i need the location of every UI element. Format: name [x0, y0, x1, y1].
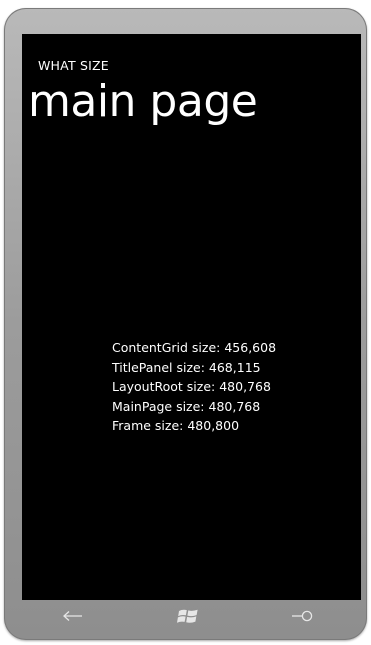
content-grid-size-text: ContentGrid size: 456,608 — [112, 340, 277, 355]
phone-screen: WHAT SIZE main page ContentGrid size: 45… — [22, 34, 361, 600]
windows-logo-icon — [176, 609, 198, 623]
title-panel-size-text: TitlePanel size: 468,115 — [112, 359, 261, 375]
search-icon — [292, 610, 313, 622]
back-button[interactable] — [58, 601, 88, 631]
hardware-navigation-bar — [18, 592, 357, 640]
back-arrow-icon — [63, 611, 82, 621]
app-title: WHAT SIZE — [38, 58, 109, 73]
phone-device-frame: WHAT SIZE main page ContentGrid size: 45… — [4, 8, 367, 640]
frame-size-text: Frame size: 480,800 — [112, 418, 240, 433]
page-title: main page — [28, 76, 258, 127]
size-readout-panel: ContentGrid size: 456,608 TitlePanel siz… — [112, 338, 276, 436]
main-page-size-text: MainPage size: 480,768 — [112, 398, 261, 414]
start-button[interactable] — [173, 601, 203, 631]
search-button[interactable] — [287, 601, 317, 631]
layout-root-size-text: LayoutRoot size: 480,768 — [112, 379, 271, 394]
